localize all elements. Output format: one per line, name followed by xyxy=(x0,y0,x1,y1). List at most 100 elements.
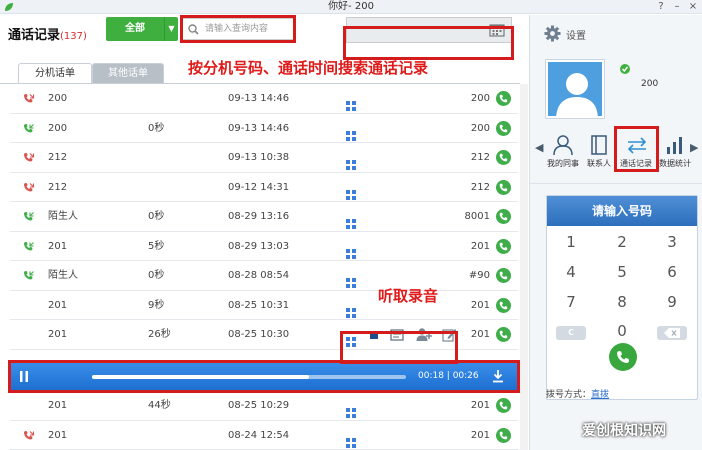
user-avatar-icon xyxy=(556,73,598,116)
search-highlight-box xyxy=(180,15,296,43)
help-icon[interactable]: ? xyxy=(654,0,668,14)
table-row[interactable]: 212 09-12 14:31 212 xyxy=(10,173,518,202)
watermark: 爱创根知识网 xyxy=(582,423,666,439)
call-time: 08-29 13:16 xyxy=(228,211,290,222)
missed-call-icon xyxy=(23,182,35,194)
call-back-button[interactable] xyxy=(496,268,511,283)
tab-other-records[interactable]: 其他话单 xyxy=(92,63,164,83)
extension-number: 201 xyxy=(470,240,490,252)
missed-call-icon xyxy=(23,152,35,164)
details-grid-icon[interactable] xyxy=(346,124,356,141)
settings-label: 设置 xyxy=(566,31,586,42)
dial-key-4[interactable]: 4 xyxy=(556,263,586,281)
record-annotation: 听取录音 xyxy=(378,287,439,305)
online-status-icon xyxy=(620,64,630,74)
call-time: 08-25 10:30 xyxy=(228,329,290,340)
dial-key-0[interactable]: 0 xyxy=(607,322,637,340)
extension-number: 212 xyxy=(470,181,490,193)
scrollbar[interactable] xyxy=(520,84,528,450)
details-grid-icon[interactable] xyxy=(346,183,356,200)
details-grid-icon[interactable] xyxy=(346,401,356,418)
dialpad-title: 请输入号码 xyxy=(547,196,697,226)
chevron-down-icon[interactable]: ▼ xyxy=(164,17,178,41)
dial-key-3[interactable]: 3 xyxy=(657,233,687,251)
nav-statistics[interactable]: 数据统计 xyxy=(656,133,694,175)
settings-button[interactable]: 设置 xyxy=(544,25,586,45)
call-back-button[interactable] xyxy=(496,120,511,136)
date-highlight-box xyxy=(343,26,514,60)
tab-extension-records[interactable]: 分机话单 xyxy=(18,63,92,83)
call-back-button[interactable] xyxy=(496,238,511,254)
table-row[interactable]: 201 5秒 08-29 13:03 201 xyxy=(10,232,518,261)
phone-icon xyxy=(617,351,629,363)
table-row[interactable]: 陌生人 0秒 08-28 08:54 #90 xyxy=(10,261,518,291)
extension-number: 8001 xyxy=(464,211,490,222)
details-grid-icon[interactable] xyxy=(346,153,356,170)
dial-mode: 拨号方式：直拨 xyxy=(546,387,609,400)
dial-key-7[interactable]: 7 xyxy=(556,293,586,311)
dial-key-9[interactable]: 9 xyxy=(657,293,687,311)
details-grid-icon[interactable] xyxy=(346,94,356,111)
missed-call-icon xyxy=(23,430,35,442)
caller-number: 陌生人 xyxy=(48,270,78,281)
caller-number: 201 xyxy=(48,240,68,252)
search-annotation: 按分机号码、通话时间搜索通话记录 xyxy=(188,59,429,77)
table-row[interactable]: 212 09-13 10:38 212 xyxy=(10,143,518,173)
extension-number: 201 xyxy=(470,429,490,441)
book-icon xyxy=(591,135,607,155)
call-time: 08-24 12:54 xyxy=(228,429,290,441)
filter-all-label: 全部 xyxy=(125,23,145,34)
incoming-call-icon xyxy=(23,241,35,253)
details-grid-icon[interactable] xyxy=(346,431,356,448)
record-count: (137) xyxy=(60,31,87,42)
call-duration: 44秒 xyxy=(148,400,171,411)
dial-call-button[interactable] xyxy=(609,343,637,371)
call-duration: 26秒 xyxy=(148,329,171,340)
dial-mode-link[interactable]: 直拨 xyxy=(591,390,609,400)
table-row[interactable]: 200 0秒 09-13 14:46 200 xyxy=(10,114,518,143)
gear-icon[interactable] xyxy=(544,25,561,42)
table-row[interactable]: 200 09-13 14:46 200 xyxy=(10,84,518,114)
call-back-button[interactable] xyxy=(496,209,511,224)
caller-number: 陌生人 xyxy=(48,211,78,222)
call-back-button[interactable] xyxy=(496,427,511,443)
call-duration: 0秒 xyxy=(148,270,165,281)
call-duration: 0秒 xyxy=(148,211,165,222)
table-row[interactable]: 201 08-24 12:54 201 xyxy=(10,421,518,450)
backspace-button[interactable] xyxy=(657,326,687,340)
call-time: 08-25 10:29 xyxy=(228,400,290,411)
call-back-button[interactable] xyxy=(496,91,511,106)
call-back-button[interactable] xyxy=(496,327,511,342)
call-back-button[interactable] xyxy=(496,179,511,195)
caller-number: 200 xyxy=(48,93,68,104)
dial-key-8[interactable]: 8 xyxy=(607,293,637,311)
call-time: 09-13 10:38 xyxy=(228,152,290,163)
details-grid-icon[interactable] xyxy=(346,212,356,229)
avatar[interactable] xyxy=(546,60,604,118)
dial-key-2[interactable]: 2 xyxy=(607,233,637,251)
call-time: 09-13 14:46 xyxy=(228,93,290,104)
details-grid-icon[interactable] xyxy=(346,301,356,318)
caller-number: 201 xyxy=(48,299,68,311)
filter-all-button[interactable]: 全部 ▼ xyxy=(106,17,178,41)
sidebar: 设置 200 ◀ ▶ 我的同事 联系人 通话记录 数据统计 请输入号码 1 2 … xyxy=(529,15,702,450)
details-grid-icon[interactable] xyxy=(346,242,356,259)
table-row[interactable]: 201 9秒 08-25 10:31 201 xyxy=(10,291,518,320)
dial-key-6[interactable]: 6 xyxy=(657,263,687,281)
dial-key-5[interactable]: 5 xyxy=(607,263,637,281)
caller-number: 201 xyxy=(48,329,68,340)
page-title-text: 通话记录 xyxy=(8,28,61,43)
table-row[interactable]: 陌生人 0秒 08-29 13:16 8001 xyxy=(10,202,518,232)
dial-key-1[interactable]: 1 xyxy=(556,233,586,251)
minimize-icon[interactable]: – xyxy=(670,0,684,14)
call-back-button[interactable] xyxy=(496,150,511,165)
table-row[interactable]: 201 44秒 08-25 10:29 201 xyxy=(10,391,518,421)
call-back-button[interactable] xyxy=(496,297,511,313)
close-icon[interactable]: × xyxy=(686,0,700,14)
caller-number: 200 xyxy=(48,122,68,134)
call-back-button[interactable] xyxy=(496,398,511,413)
user-extension: 200 xyxy=(641,79,659,89)
extension-number: 201 xyxy=(470,400,490,411)
dial-clear-button[interactable]: C xyxy=(556,326,586,340)
details-grid-icon[interactable] xyxy=(346,271,356,288)
